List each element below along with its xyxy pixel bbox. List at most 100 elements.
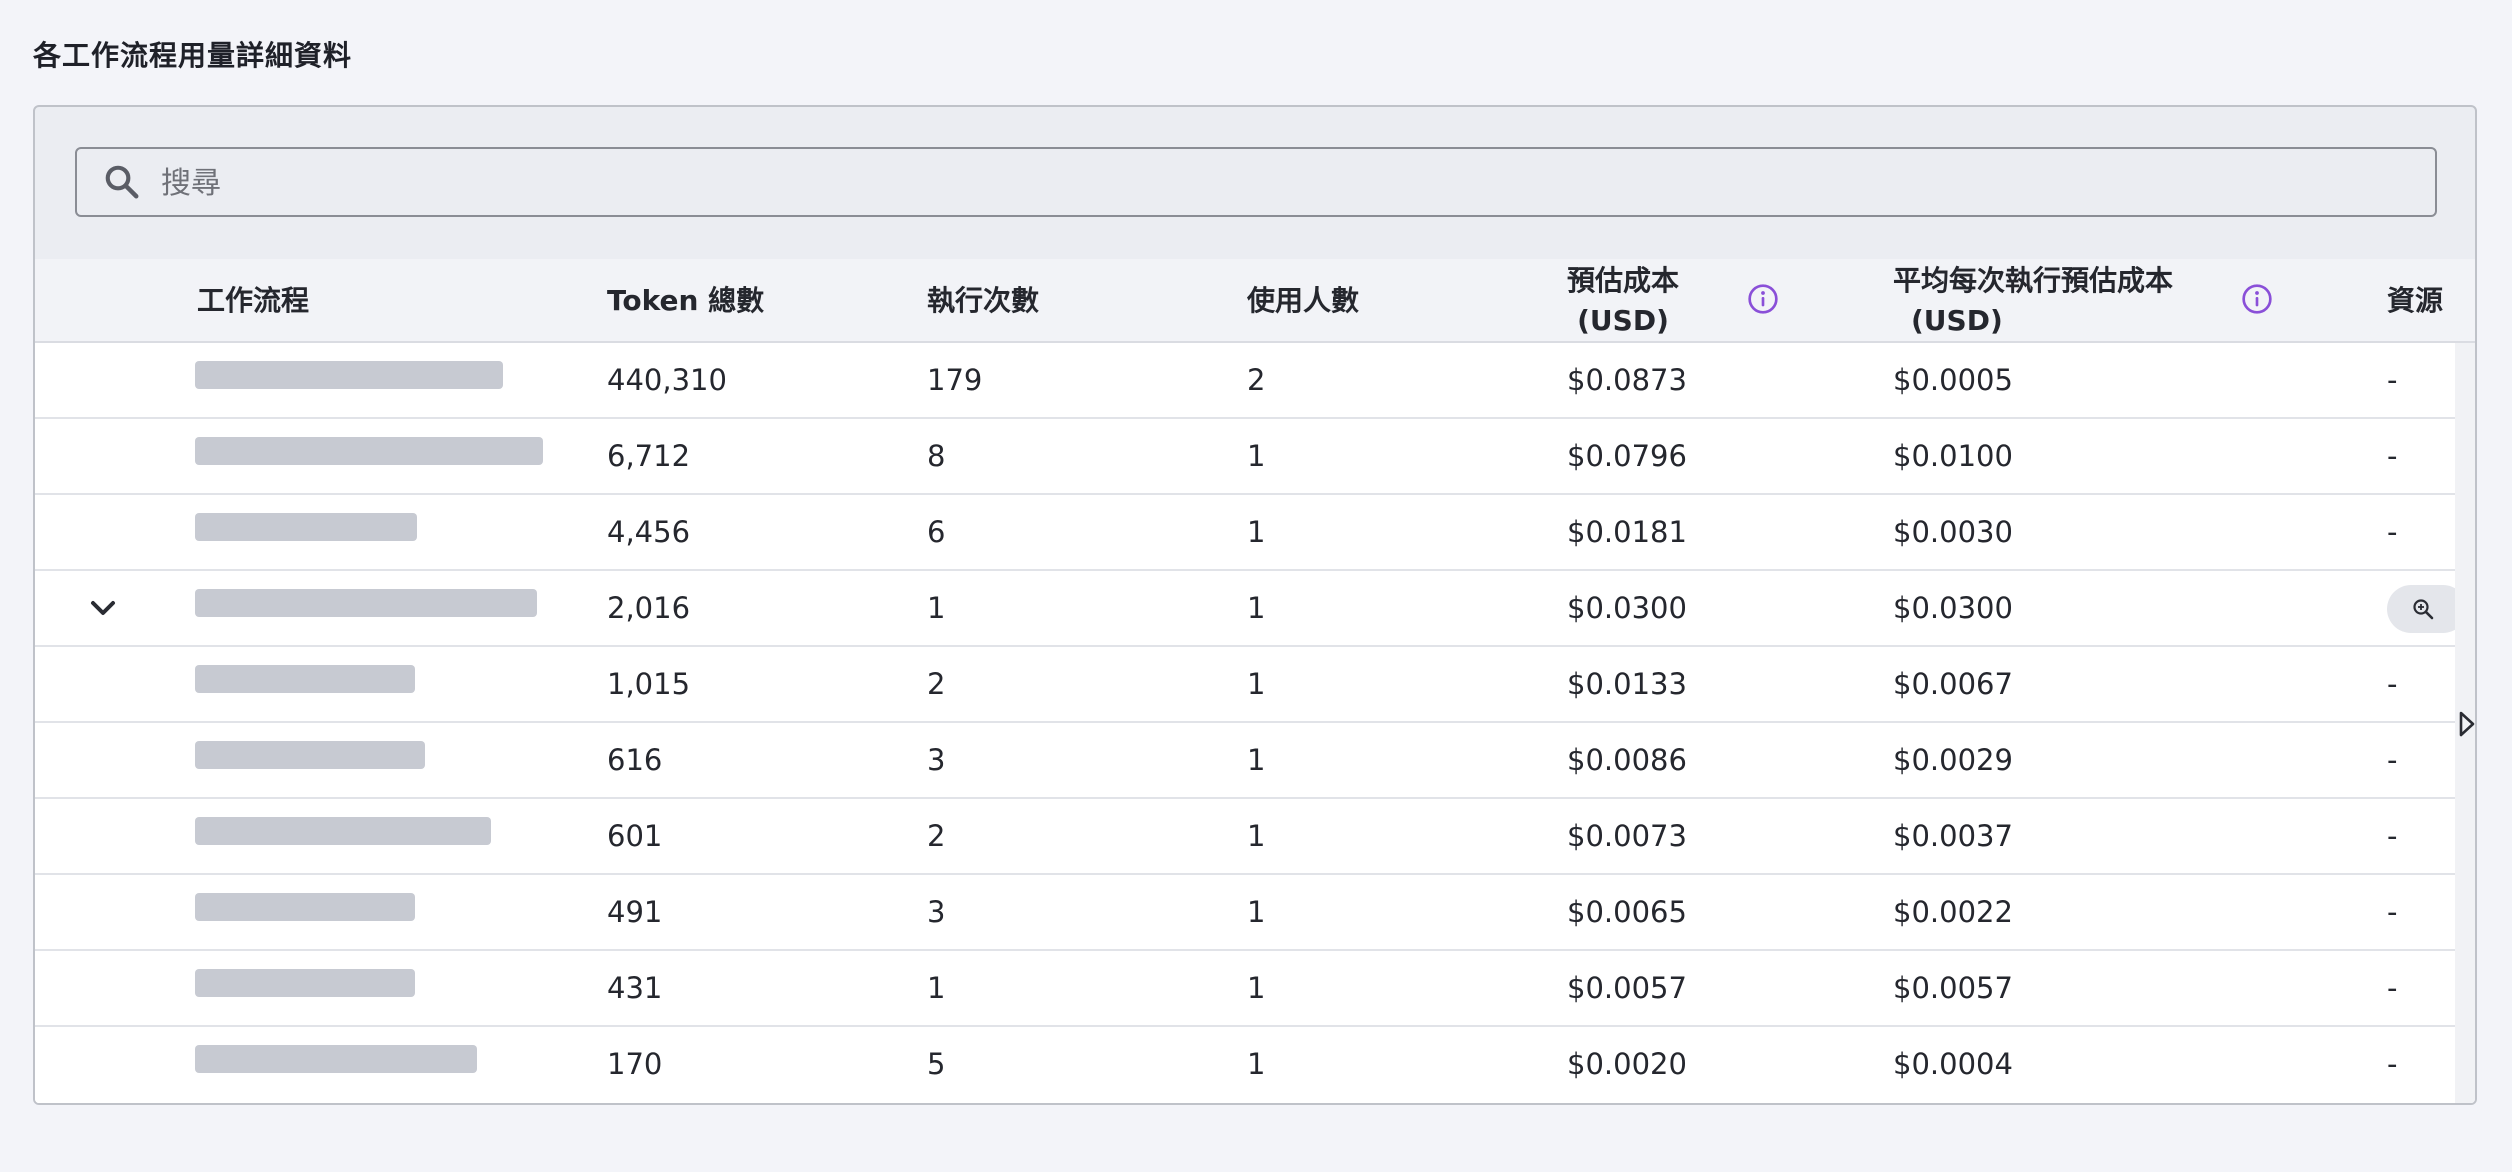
cell-resource: -	[2387, 667, 2398, 701]
info-icon[interactable]	[2241, 283, 2273, 315]
cell-avg-cost: $0.0100	[1893, 439, 2013, 473]
redacted-workflow-name	[195, 817, 491, 845]
column-header-avg-cost-label: 平均每次執行預估成本	[1893, 264, 2174, 297]
cell-est-cost: $0.0300	[1567, 591, 1687, 625]
cell-est-cost: $0.0073	[1567, 819, 1687, 853]
redacted-workflow-name	[195, 361, 503, 389]
cell-avg-cost: $0.0037	[1893, 819, 2013, 853]
cell-users: 1	[1247, 591, 1266, 625]
column-header-avg-cost[interactable]: 平均每次執行預估成本 (USD)	[1893, 261, 2173, 341]
usage-table-panel: 工作流程 Token 總數 執行次數 使用人數 預估成本 (USD) 平均每次執…	[33, 105, 2477, 1105]
cell-avg-cost: $0.0004	[1893, 1047, 2013, 1081]
cell-resource: -	[2387, 1047, 2398, 1081]
redacted-workflow-name	[195, 589, 537, 617]
search-icon	[105, 165, 139, 199]
cell-users: 1	[1247, 515, 1266, 549]
cell-est-cost: $0.0020	[1567, 1047, 1687, 1081]
column-header-resource[interactable]: 資源	[2387, 281, 2443, 321]
chevron-down-icon[interactable]	[83, 588, 123, 628]
table-row[interactable]: 431 1 1 $0.0057 $0.0057 -	[35, 951, 2455, 1027]
cell-tokens: 491	[607, 895, 663, 929]
workflow-usage-table: 工作流程 Token 總數 執行次數 使用人數 預估成本 (USD) 平均每次執…	[35, 259, 2475, 1103]
column-header-users[interactable]: 使用人數	[1247, 281, 1359, 321]
cell-users: 1	[1247, 743, 1266, 777]
column-header-workflow[interactable]: 工作流程	[197, 281, 309, 321]
cell-resource: -	[2387, 363, 2398, 397]
cell-avg-cost: $0.0029	[1893, 743, 2013, 777]
cell-resource: -	[2387, 819, 2398, 853]
cell-runs: 5	[927, 1047, 946, 1081]
cell-runs: 8	[927, 439, 946, 473]
cell-users: 1	[1247, 971, 1266, 1005]
cell-est-cost: $0.0057	[1567, 971, 1687, 1005]
column-header-est-cost-label: 預估成本	[1567, 264, 1680, 297]
cell-tokens: 440,310	[607, 363, 727, 397]
cell-users: 1	[1247, 895, 1266, 929]
cell-est-cost: $0.0181	[1567, 515, 1687, 549]
cell-resource: -	[2387, 895, 2398, 929]
cell-runs: 3	[927, 895, 946, 929]
table-row[interactable]: 616 3 1 $0.0086 $0.0029 -	[35, 723, 2455, 799]
cell-runs: 3	[927, 743, 946, 777]
table-row[interactable]: 6,712 8 1 $0.0796 $0.0100 -	[35, 419, 2455, 495]
cell-users: 1	[1247, 1047, 1266, 1081]
cell-avg-cost: $0.0057	[1893, 971, 2013, 1005]
cell-est-cost: $0.0796	[1567, 439, 1687, 473]
redacted-workflow-name	[195, 665, 415, 693]
redacted-workflow-name	[195, 513, 417, 541]
cell-tokens: 1,015	[607, 667, 691, 701]
cell-resource: -	[2387, 439, 2398, 473]
cell-users: 2	[1247, 363, 1266, 397]
cell-resource: -	[2387, 515, 2398, 549]
cell-runs: 1	[927, 971, 946, 1005]
cell-avg-cost: $0.0005	[1893, 363, 2013, 397]
cell-est-cost: $0.0873	[1567, 363, 1687, 397]
cell-est-cost: $0.0086	[1567, 743, 1687, 777]
cell-resource: -	[2387, 971, 2398, 1005]
cell-users: 1	[1247, 439, 1266, 473]
cell-runs: 179	[927, 363, 983, 397]
cell-tokens: 616	[607, 743, 663, 777]
cell-tokens: 6,712	[607, 439, 691, 473]
table-row[interactable]: 2,016 1 1 $0.0300 $0.0300	[35, 571, 2467, 647]
cell-est-cost: $0.0065	[1567, 895, 1687, 929]
cell-runs: 6	[927, 515, 946, 549]
cell-runs: 2	[927, 667, 946, 701]
cell-avg-cost: $0.0300	[1893, 591, 2013, 625]
cell-tokens: 431	[607, 971, 663, 1005]
page-title: 各工作流程用量詳細資料	[33, 39, 353, 72]
cell-runs: 2	[927, 819, 946, 853]
column-header-est-cost[interactable]: 預估成本 (USD)	[1567, 261, 1679, 341]
column-header-avg-cost-unit: (USD)	[1911, 304, 2003, 337]
cell-resource: -	[2387, 743, 2398, 777]
cell-est-cost: $0.0133	[1567, 667, 1687, 701]
cell-tokens: 2,016	[607, 591, 691, 625]
redacted-workflow-name	[195, 437, 543, 465]
redacted-workflow-name	[195, 741, 425, 769]
cell-users: 1	[1247, 819, 1266, 853]
table-row[interactable]: 440,310 179 2 $0.0873 $0.0005 -	[35, 343, 2455, 419]
cell-avg-cost: $0.0067	[1893, 667, 2013, 701]
redacted-workflow-name	[195, 969, 415, 997]
column-header-tokens[interactable]: Token 總數	[607, 281, 764, 321]
table-row[interactable]: 601 2 1 $0.0073 $0.0037 -	[35, 799, 2455, 875]
cell-avg-cost: $0.0030	[1893, 515, 2013, 549]
scroll-right-arrow-icon[interactable]	[2459, 711, 2475, 737]
table-header: 工作流程 Token 總數 執行次數 使用人數 預估成本 (USD) 平均每次執…	[35, 259, 2475, 343]
redacted-workflow-name	[195, 1045, 477, 1073]
search-box[interactable]	[75, 147, 2437, 217]
cell-tokens: 4,456	[607, 515, 691, 549]
table-row[interactable]: 1,015 2 1 $0.0133 $0.0067 -	[35, 647, 2455, 723]
column-header-est-cost-unit: (USD)	[1577, 304, 1669, 337]
cell-users: 1	[1247, 667, 1266, 701]
table-row[interactable]: 491 3 1 $0.0065 $0.0022 -	[35, 875, 2455, 951]
info-icon[interactable]	[1747, 283, 1779, 315]
zoom-in-icon	[2413, 599, 2434, 620]
cell-avg-cost: $0.0022	[1893, 895, 2013, 929]
cell-runs: 1	[927, 591, 946, 625]
redacted-workflow-name	[195, 893, 415, 921]
column-header-runs[interactable]: 執行次數	[927, 281, 1039, 321]
search-input[interactable]	[159, 149, 2363, 217]
table-row[interactable]: 4,456 6 1 $0.0181 $0.0030 -	[35, 495, 2455, 571]
table-row[interactable]: 170 5 1 $0.0020 $0.0004 -	[35, 1027, 2455, 1103]
